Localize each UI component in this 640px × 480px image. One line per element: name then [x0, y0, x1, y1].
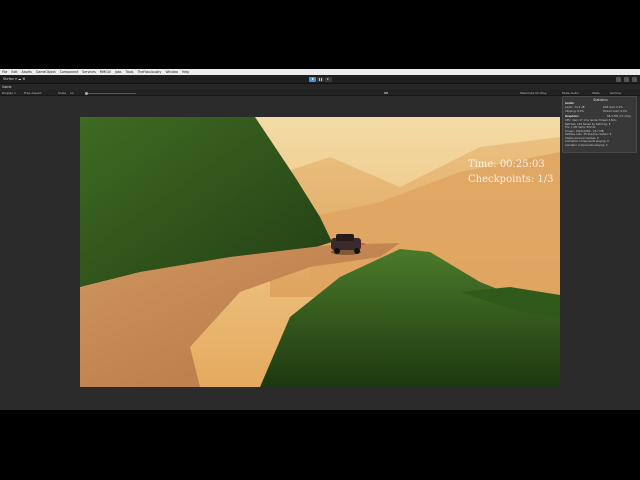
- play-controls: [309, 77, 332, 82]
- game-bar-indicator: [384, 92, 388, 94]
- hud-checkpoints: Checkpoints: 1/3: [468, 174, 554, 185]
- account-dropdown[interactable]: Stefan ▾ ☁ ⚙: [3, 77, 25, 81]
- game-view-toolbar: Display 1 Free Aspect Scale 1x Maximize …: [0, 90, 640, 96]
- search-icon[interactable]: [616, 77, 621, 82]
- maximize-on-play-toggle[interactable]: Maximize On Play: [520, 91, 547, 95]
- main-toolbar: Stefan ▾ ☁ ⚙: [0, 75, 640, 84]
- game-scene: [80, 117, 560, 387]
- stream-load: Stream load: 0.0%: [603, 109, 628, 113]
- gizmos-dropdown[interactable]: Gizmos: [610, 91, 621, 95]
- hud-timer: Time: 00:25:03: [468, 159, 545, 170]
- game-viewport[interactable]: Time: 00:25:03 Checkpoints: 1/3: [80, 117, 560, 387]
- pause-icon[interactable]: [317, 77, 324, 82]
- toolbar-right-icons: [616, 77, 637, 82]
- scale-slider-handle[interactable]: [85, 91, 88, 95]
- graphics-header: Graphics:: [565, 115, 579, 118]
- audio-header: Audio:: [565, 102, 575, 105]
- animators-readout: Animator components playing: 0: [565, 143, 608, 147]
- mute-audio-toggle[interactable]: Mute Audio: [562, 91, 579, 95]
- step-icon[interactable]: [325, 77, 332, 82]
- stats-toggle[interactable]: Stats: [592, 91, 600, 95]
- layout-icon[interactable]: [632, 77, 637, 82]
- tab-game[interactable]: Game: [2, 85, 12, 89]
- fps-readout: 58.4 FPS (17.1ms): [607, 115, 631, 118]
- audio-clipping: Clipping: 0.0%: [565, 109, 584, 113]
- scale-slider[interactable]: [86, 92, 136, 94]
- play-icon[interactable]: [309, 77, 316, 82]
- layers-icon[interactable]: [624, 77, 629, 82]
- display-dropdown[interactable]: Display 1: [2, 91, 16, 95]
- statistics-panel: Statistics Audio: Level: -74.4 dB Clippi…: [562, 96, 637, 153]
- scale-label: Scale: [58, 91, 67, 95]
- aspect-dropdown[interactable]: Free Aspect: [24, 91, 42, 95]
- scale-value: 1x: [70, 91, 74, 95]
